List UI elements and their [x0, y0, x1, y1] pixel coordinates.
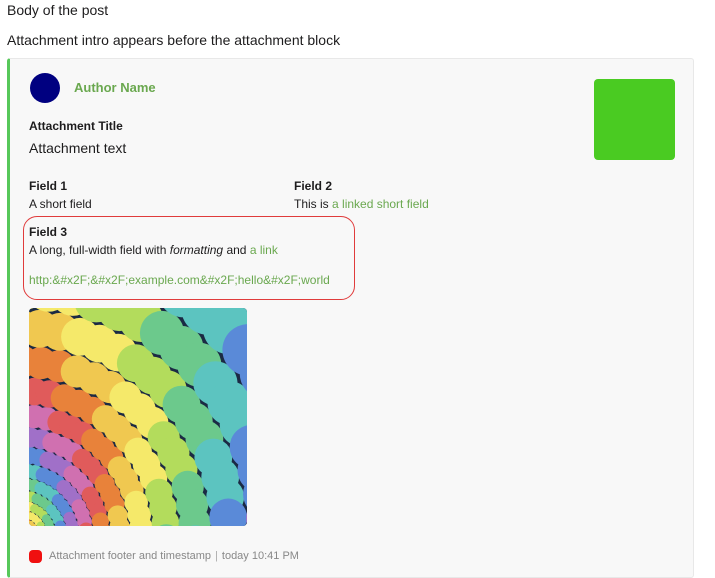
attachment-text: Attachment text [29, 139, 126, 157]
field-1: Field 1 A short field [29, 178, 92, 212]
author-name-link[interactable]: Author Name [74, 80, 156, 96]
attachment-block: Author Name Attachment Title Attachment … [7, 58, 694, 578]
post-body: Body of the post [7, 2, 108, 18]
field-3-link[interactable]: a link [250, 243, 278, 257]
field-2: Field 2 This is a linked short field [294, 178, 429, 212]
field-1-title: Field 1 [29, 178, 92, 194]
field-3-value-italic: formatting [170, 243, 223, 257]
footer-separator: | [215, 549, 218, 563]
field-3-value-prefix: A long, full-width field with [29, 243, 170, 257]
field-3-url[interactable]: http:&#x2F;&#x2F;example.com&#x2F;hello&… [29, 272, 330, 288]
field-2-title: Field 2 [294, 178, 429, 194]
field-3-value-mid: and [223, 243, 250, 257]
field-1-value: A short field [29, 196, 92, 212]
author-avatar[interactable] [30, 73, 60, 103]
attachment-thumbnail[interactable] [594, 79, 675, 160]
rainbow-circles-image [29, 308, 247, 526]
footer-timestamp: today 10:41 PM [222, 549, 299, 563]
field-2-link[interactable]: a linked short field [332, 197, 429, 211]
footer-icon [29, 550, 42, 563]
field-3-title: Field 3 [29, 224, 330, 240]
attachment-title: Attachment Title [29, 118, 123, 134]
attachment-footer: Attachment footer and timestamp | today … [29, 549, 299, 563]
field-2-value: This is a linked short field [294, 196, 429, 212]
footer-text: Attachment footer and timestamp [49, 549, 211, 563]
field-3: Field 3 A long, full-width field with fo… [29, 224, 330, 288]
attachment-image[interactable] [29, 308, 247, 526]
field-2-value-text: This is [294, 197, 332, 211]
attachment-intro: Attachment intro appears before the atta… [7, 32, 340, 48]
field-3-value: A long, full-width field with formatting… [29, 242, 330, 258]
